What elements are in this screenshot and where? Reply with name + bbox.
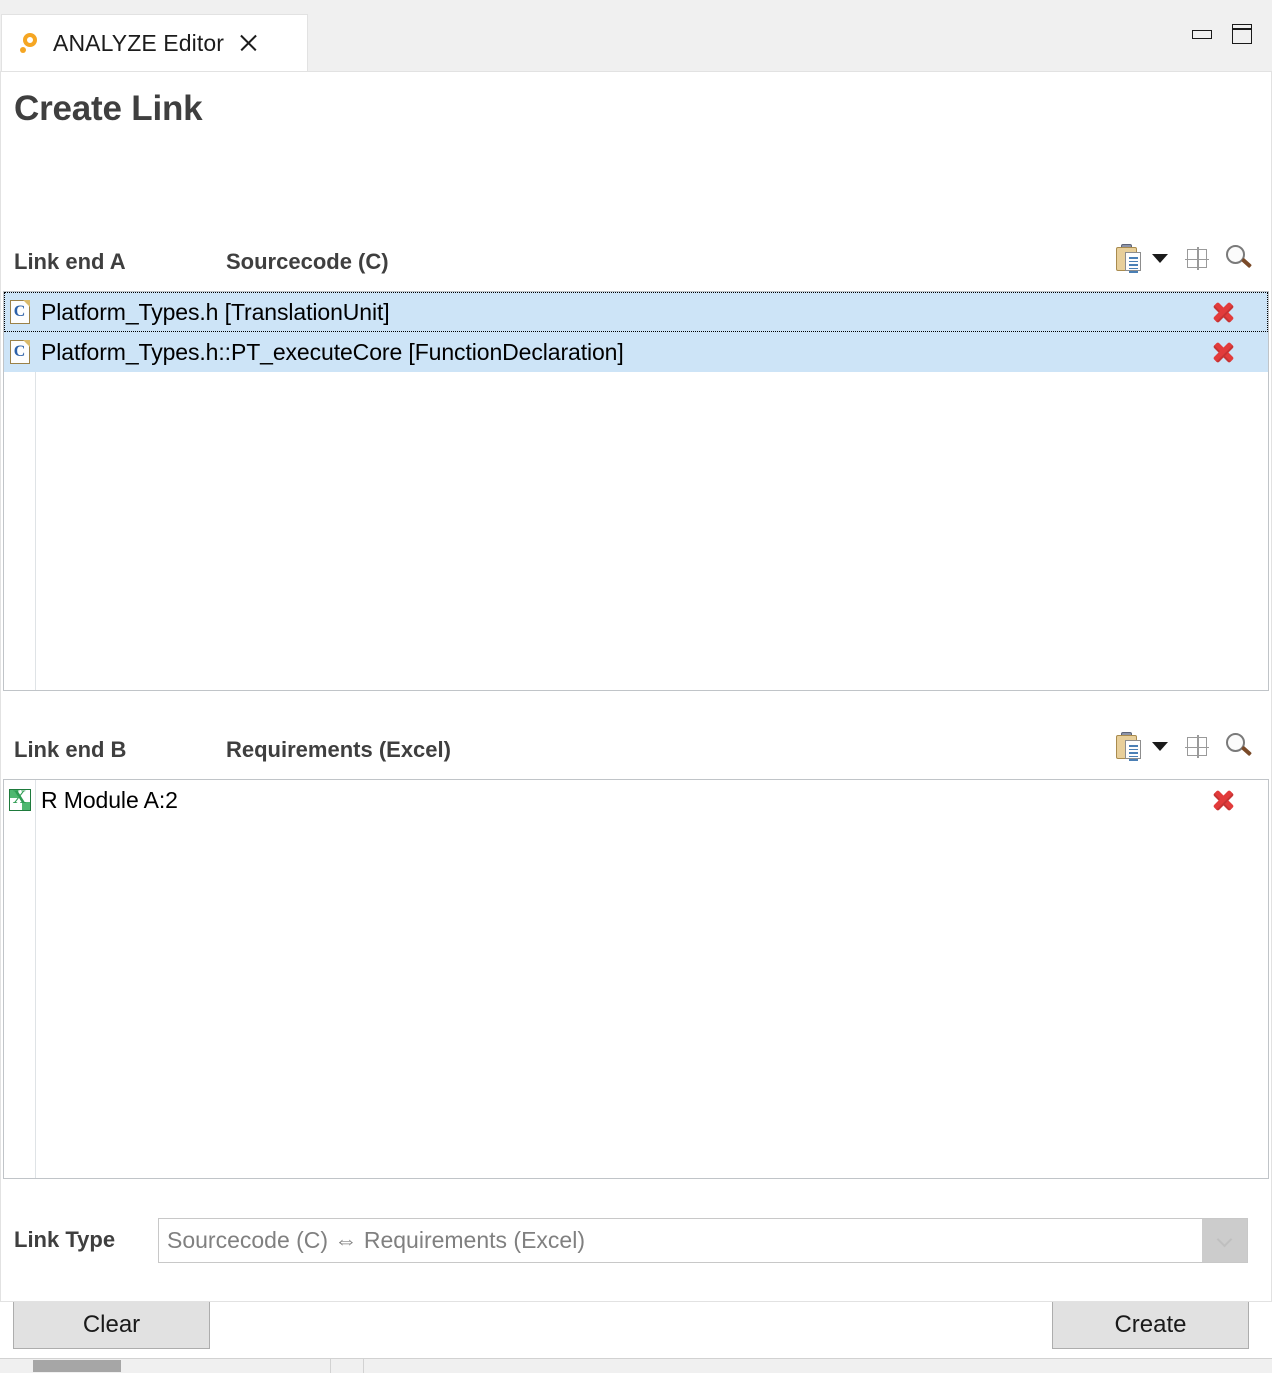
- delete-red-x-icon[interactable]: [1210, 787, 1236, 813]
- link-type-value: Sourcecode (C) ⇔ Requirements (Excel): [167, 1227, 585, 1253]
- link-end-b-label: Link end B: [14, 737, 127, 762]
- link-end-a-list[interactable]: C Platform_Types.h [TranslationUnit] C P…: [3, 291, 1269, 691]
- create-link-editor: Create Link Link end A Sourcecode (C) C …: [0, 71, 1272, 1349]
- link-end-b-list[interactable]: X R Module A:2: [3, 779, 1269, 1179]
- list-item[interactable]: X R Module A:2: [4, 780, 1268, 820]
- delete-red-x-icon[interactable]: [1210, 299, 1236, 325]
- link-type-combo[interactable]: Sourcecode (C) ⇔ Requirements (Excel): [158, 1218, 1248, 1263]
- delete-red-x-icon[interactable]: [1210, 339, 1236, 365]
- table-grid-icon[interactable]: [1184, 733, 1210, 759]
- link-end-b-type-label: Requirements (Excel): [226, 737, 451, 762]
- excel-file-icon: X: [4, 789, 35, 811]
- list-icon-column-divider: [35, 780, 36, 1178]
- editor-tab-bar: ANALYZE Editor: [0, 8, 1272, 71]
- c-header-file-icon: C: [4, 340, 35, 364]
- tab-analyze-editor[interactable]: ANALYZE Editor: [1, 14, 308, 71]
- window-controls: [1192, 24, 1252, 44]
- list-item-label: Platform_Types.h [TranslationUnit]: [41, 298, 390, 325]
- scrollbar-thumb[interactable]: [33, 1360, 121, 1372]
- link-type-row: Link Type Sourcecode (C) ⇔ Requirements …: [0, 1215, 1272, 1271]
- link-end-a-label: Link end A: [14, 249, 126, 274]
- link-type-label: Link Type: [14, 1227, 116, 1252]
- analyze-ring-icon: [19, 31, 43, 55]
- link-end-a-header: Link end A Sourcecode (C): [0, 240, 1272, 286]
- create-button[interactable]: Create: [1052, 1301, 1249, 1349]
- c-header-file-icon: C: [4, 300, 35, 324]
- scrollbar-divider: [330, 1359, 331, 1373]
- maximize-icon[interactable]: [1232, 24, 1252, 44]
- caret-down-icon[interactable]: [1150, 243, 1170, 273]
- table-grid-icon[interactable]: [1184, 245, 1210, 271]
- magnifier-icon[interactable]: [1224, 243, 1254, 273]
- list-item[interactable]: C Platform_Types.h [TranslationUnit]: [4, 292, 1268, 332]
- minimize-icon[interactable]: [1192, 29, 1212, 39]
- link-end-b-header: Link end B Requirements (Excel): [0, 728, 1272, 774]
- magnifier-icon[interactable]: [1224, 731, 1254, 761]
- chevron-down-icon[interactable]: [1202, 1219, 1247, 1262]
- link-end-a-type-label: Sourcecode (C): [226, 249, 389, 274]
- list-item[interactable]: C Platform_Types.h::PT_executeCore [Func…: [4, 332, 1268, 372]
- link-end-b-toolbar: [1114, 731, 1254, 761]
- page-title: Create Link: [14, 89, 203, 128]
- scrollbar-divider: [363, 1359, 364, 1373]
- clear-button[interactable]: Clear: [13, 1301, 210, 1349]
- clipboard-paste-icon[interactable]: [1114, 731, 1144, 761]
- caret-down-icon[interactable]: [1150, 731, 1170, 761]
- link-end-a-toolbar: [1114, 243, 1254, 273]
- horizontal-scrollbar[interactable]: [0, 1358, 1272, 1373]
- clipboard-paste-icon[interactable]: [1114, 243, 1144, 273]
- editor-bottom-edge: [0, 1301, 1272, 1302]
- list-item-label: Platform_Types.h::PT_executeCore [Functi…: [41, 338, 624, 365]
- list-item-label: R Module A:2: [41, 786, 178, 813]
- editor-left-edge: [0, 71, 1, 1301]
- tab-label: ANALYZE Editor: [53, 29, 224, 56]
- close-icon[interactable]: [238, 32, 260, 54]
